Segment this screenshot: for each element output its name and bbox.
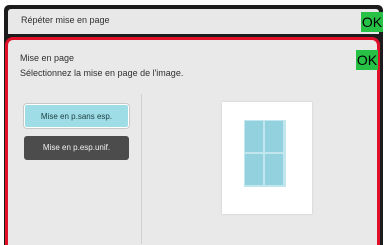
option-uniform-spacing-button[interactable]: Mise en p.esp.unif.: [24, 136, 129, 160]
panel-subtitle: Sélectionnez la mise en page de l'image.: [20, 68, 184, 78]
layout-preview-page: [222, 102, 312, 214]
preview-cell-bottom-left: [245, 154, 263, 185]
options-column: Mise en p.sans esp. Mise en p.esp.unif.: [16, 94, 142, 244]
layout-panel: Mise en page Sélectionnez la mise en pag…: [5, 37, 380, 245]
header-title: Répéter mise en page: [21, 15, 110, 25]
preview-cell-bottom-right: [265, 154, 283, 185]
option-no-spacing-button[interactable]: Mise en p.sans esp.: [24, 104, 129, 128]
header-ok-button[interactable]: OK: [361, 12, 383, 32]
panel-title: Mise en page: [20, 53, 75, 63]
preview-cell-top-right: [265, 121, 283, 152]
panel-ok-button[interactable]: OK: [356, 50, 378, 70]
header-bar: Répéter mise en page OK: [8, 9, 383, 34]
preview-cell-top-left: [245, 121, 263, 152]
